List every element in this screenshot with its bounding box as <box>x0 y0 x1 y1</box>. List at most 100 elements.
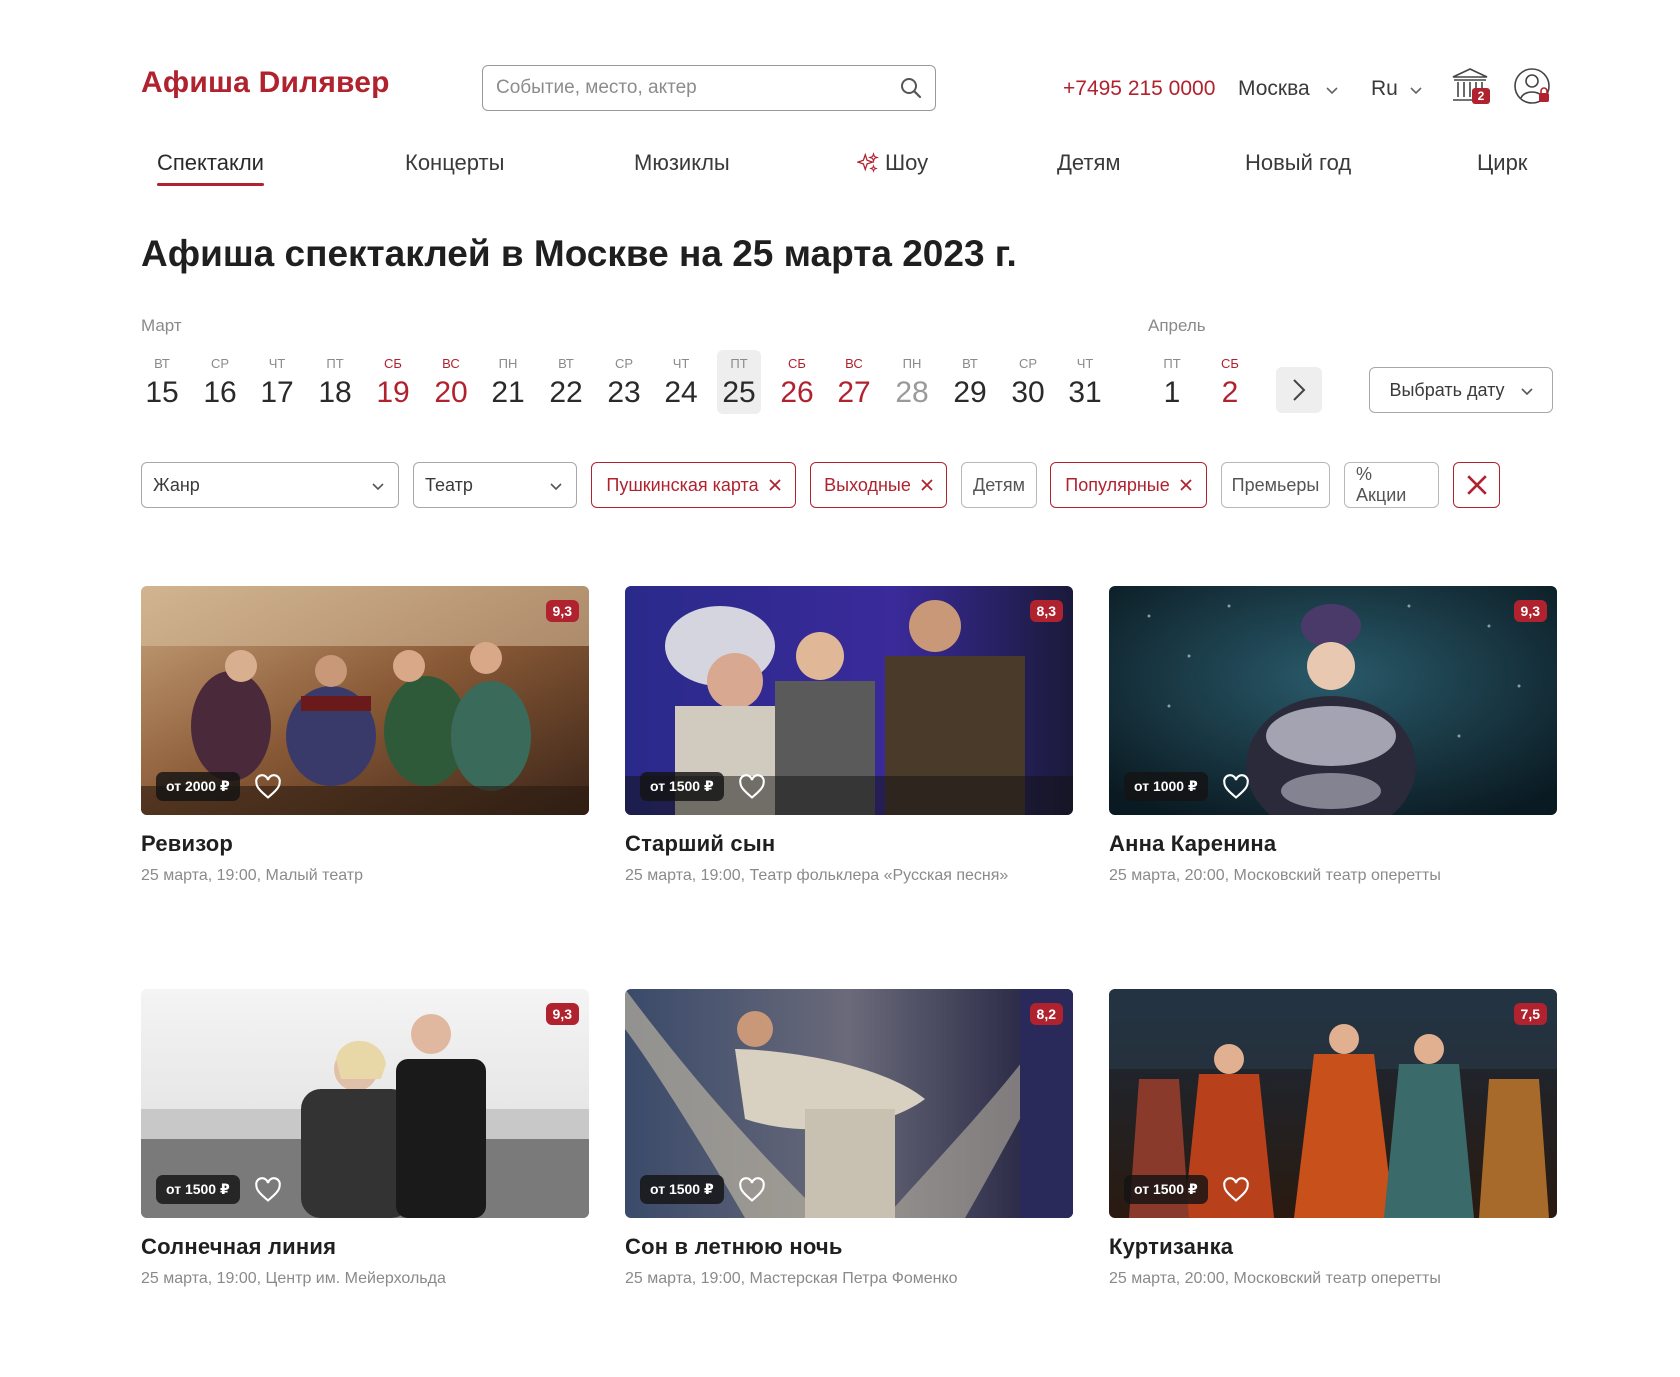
rating-badge: 7,5 <box>1513 1003 1547 1025</box>
chevron-down-icon <box>372 482 384 490</box>
search-bar[interactable] <box>482 65 936 111</box>
heart-icon[interactable] <box>738 1176 766 1204</box>
event-title[interactable]: Куртизанка <box>1109 1234 1557 1260</box>
calendar-day[interactable]: ВТ 29 <box>948 350 992 414</box>
event-card[interactable]: 8,3 от 1500 ₽ Старший сын 25 марта, 19:0… <box>625 586 1073 885</box>
event-photo[interactable]: 9,3 от 1500 ₽ <box>141 989 589 1218</box>
heart-icon[interactable] <box>1222 773 1250 801</box>
profile-button[interactable] <box>1512 66 1552 106</box>
heart-icon[interactable] <box>254 1176 282 1204</box>
sparkle-icon <box>857 152 879 173</box>
close-icon[interactable] <box>768 479 781 491</box>
nav-item-new-year[interactable]: Новый год <box>1245 150 1351 176</box>
chevron-right-icon <box>1293 379 1306 401</box>
calendar-day[interactable]: СБ 26 <box>775 350 819 414</box>
pick-date-button[interactable]: Выбрать дату <box>1369 367 1553 413</box>
chevron-down-icon <box>1520 387 1533 395</box>
search-icon[interactable] <box>899 76 923 100</box>
calendar-day[interactable]: СР 16 <box>198 350 242 414</box>
calendar-day[interactable]: ВС 27 <box>832 350 876 414</box>
event-photo[interactable]: 9,3 от 2000 ₽ <box>141 586 589 815</box>
event-title[interactable]: Сон в летнюю ночь <box>625 1234 1073 1260</box>
cart-button[interactable]: 2 <box>1450 66 1490 106</box>
heart-icon[interactable] <box>254 773 282 801</box>
calendar-day[interactable]: ПТ 25 <box>717 350 761 414</box>
price-badge: от 1500 ₽ <box>640 1175 724 1204</box>
event-card[interactable]: 9,3 от 2000 ₽ Ревизор 25 марта, 19:00, М… <box>141 586 589 885</box>
calendar-day: ПН 28 <box>890 350 934 414</box>
genre-select[interactable]: Жанр <box>141 462 399 508</box>
event-title[interactable]: Ревизор <box>141 831 589 857</box>
theatre-select[interactable]: Театр <box>413 462 577 508</box>
calendar-day[interactable]: СР 23 <box>602 350 646 414</box>
filter-tag-label: Детям <box>973 474 1025 495</box>
day-of-week: СБ <box>384 356 402 371</box>
calendar-day[interactable]: ЧТ 24 <box>659 350 703 414</box>
language-selector[interactable]: Ru <box>1371 77 1422 101</box>
heart-icon[interactable] <box>738 773 766 801</box>
day-of-week: ПН <box>498 356 518 371</box>
rating-badge: 9,3 <box>545 1003 579 1025</box>
day-number: 25 <box>722 376 756 409</box>
event-photo[interactable]: 8,2 от 1500 ₽ <box>625 989 1073 1218</box>
event-card[interactable]: 9,3 от 1000 ₽ Анна Каренина 25 марта, 20… <box>1109 586 1557 885</box>
filter-tag-sales[interactable]: % Акции <box>1344 462 1439 508</box>
nav-item-circus[interactable]: Цирк <box>1477 150 1527 176</box>
day-number: 30 <box>1011 376 1045 409</box>
clear-filters-button[interactable] <box>1453 462 1500 508</box>
calendar-day[interactable]: ПН 21 <box>486 350 530 414</box>
calendar-day[interactable]: ПТ 18 <box>313 350 357 414</box>
phone-link[interactable]: +7495 215 0000 <box>1063 77 1215 101</box>
theatre-select-label: Театр <box>425 474 473 495</box>
event-title[interactable]: Старший сын <box>625 831 1073 857</box>
event-card[interactable]: 7,5 от 1500 ₽ Куртизанка 25 марта, 20:00… <box>1109 989 1557 1288</box>
calendar-day[interactable]: СБ 2 <box>1208 350 1252 414</box>
event-meta: 25 марта, 19:00, Малый театр <box>141 867 363 884</box>
search-input[interactable] <box>496 77 899 99</box>
city-selector[interactable]: Москва <box>1238 77 1338 101</box>
event-photo[interactable]: 7,5 от 1500 ₽ <box>1109 989 1557 1218</box>
day-number: 21 <box>491 376 525 409</box>
cart-count-badge: 2 <box>1472 88 1490 104</box>
nav-item-label: Концерты <box>405 150 505 175</box>
event-photo[interactable]: 9,3 от 1000 ₽ <box>1109 586 1557 815</box>
calendar-day[interactable]: СР 30 <box>1006 350 1050 414</box>
event-card[interactable]: 9,3 от 1500 ₽ Солнечная линия 25 марта, … <box>141 989 589 1288</box>
nav-item-musicals[interactable]: Мюзиклы <box>634 150 730 176</box>
event-title[interactable]: Анна Каренина <box>1109 831 1557 857</box>
close-icon[interactable] <box>921 479 933 491</box>
close-icon <box>1466 475 1487 495</box>
site-logo[interactable]: Афиша Dилявер <box>141 66 390 100</box>
nav-item-concerts[interactable]: Концерты <box>405 150 504 176</box>
calendar-day[interactable]: ЧТ 17 <box>255 350 299 414</box>
calendar-next-button[interactable] <box>1276 367 1322 413</box>
day-number: 16 <box>203 376 237 409</box>
rating-badge: 8,2 <box>1029 1003 1063 1025</box>
calendar-day[interactable]: ВС 20 <box>429 350 473 414</box>
nav-item-kids[interactable]: Детям <box>1057 150 1121 176</box>
calendar-day[interactable]: СБ 19 <box>371 350 415 414</box>
day-of-week: СБ <box>788 356 806 371</box>
event-card[interactable]: 8,2 от 1500 ₽ Сон в летнюю ночь 25 марта… <box>625 989 1073 1288</box>
day-of-week: ПН <box>902 356 922 371</box>
filter-tag-popular[interactable]: Популярные <box>1050 462 1207 508</box>
filter-tag-weekend[interactable]: Выходные <box>810 462 947 508</box>
filter-tag-premieres[interactable]: Премьеры <box>1221 462 1330 508</box>
chevron-down-icon <box>1410 86 1422 94</box>
close-icon[interactable] <box>1180 479 1192 491</box>
nav-item-show[interactable]: Шоу <box>857 150 928 176</box>
calendar-day[interactable]: ВТ 15 <box>140 350 184 414</box>
event-title[interactable]: Солнечная линия <box>141 1234 589 1260</box>
month-label-march: Март <box>141 316 182 335</box>
month-label-april: Апрель <box>1148 316 1206 335</box>
filter-tag-kids[interactable]: Детям <box>961 462 1037 508</box>
nav-item-performances[interactable]: Спектакли <box>157 150 264 186</box>
day-number: 15 <box>145 376 179 409</box>
filter-tag-label: Премьеры <box>1231 474 1320 495</box>
calendar-day[interactable]: ЧТ 31 <box>1063 350 1107 414</box>
heart-icon[interactable] <box>1222 1176 1250 1204</box>
calendar-day[interactable]: ВТ 22 <box>544 350 588 414</box>
filter-tag-pushkin-card[interactable]: Пушкинская карта <box>591 462 796 508</box>
calendar-day[interactable]: ПТ 1 <box>1150 350 1194 414</box>
event-photo[interactable]: 8,3 от 1500 ₽ <box>625 586 1073 815</box>
